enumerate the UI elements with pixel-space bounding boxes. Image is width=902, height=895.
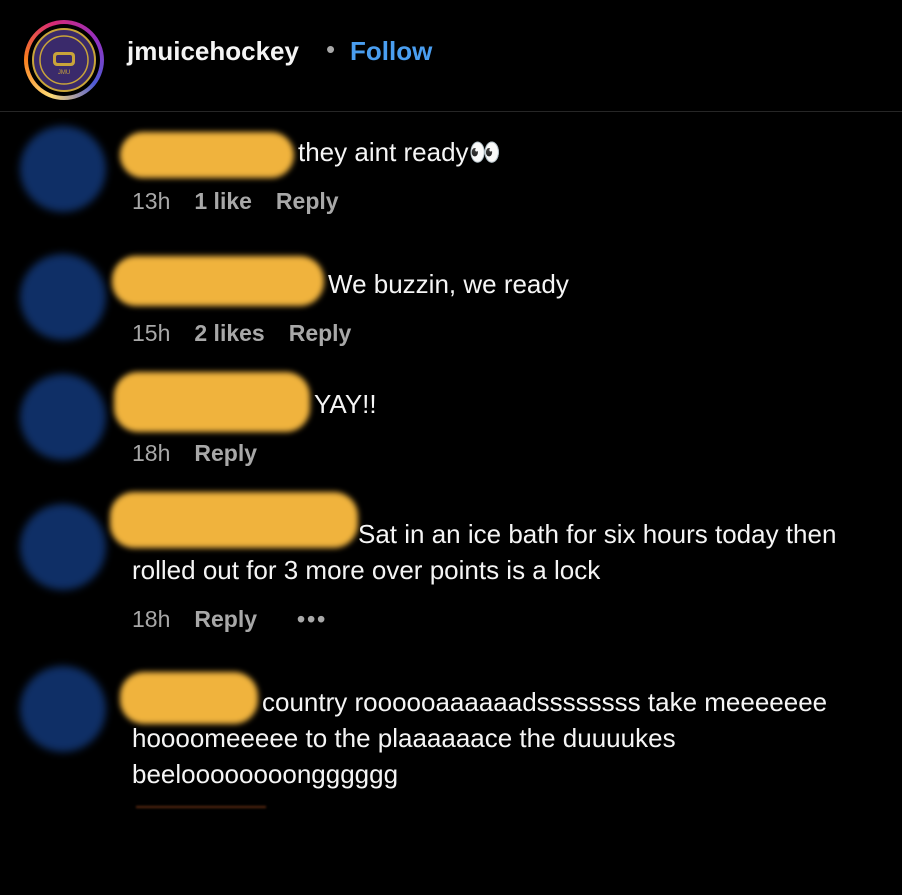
- commenter-name-redacted[interactable]: [120, 672, 258, 724]
- commenter-avatar[interactable]: [20, 504, 106, 590]
- comment-item: Sat in an ice bath for six hours today t…: [0, 482, 902, 652]
- svg-text:JMU: JMU: [58, 70, 70, 76]
- comment-text-line: rolled out for 3 more over points is a l…: [132, 555, 601, 585]
- commenter-name-redacted[interactable]: [112, 256, 324, 306]
- comment-item: YAY!! 18h Reply: [0, 362, 902, 482]
- comment-text-line: Sat in an ice bath for six hours today t…: [358, 519, 837, 549]
- comment-time: 18h: [132, 606, 171, 632]
- comment-time: 18h: [132, 440, 171, 466]
- likes-count[interactable]: 2 likes: [194, 320, 264, 347]
- comment-meta: 18h Reply: [132, 440, 257, 467]
- commenter-avatar[interactable]: [20, 254, 106, 340]
- reply-button[interactable]: Reply: [276, 188, 339, 215]
- comment-text-line: beeloooooooongggggg: [132, 759, 399, 789]
- comment-text: they aint ready👀: [298, 137, 501, 167]
- comment-time: 13h: [132, 188, 171, 214]
- comment-text-line: country roooooaaaaaadssssssss take meeee…: [262, 687, 828, 717]
- comment-item: We buzzin, we ready 15h 2 likes Reply: [0, 240, 902, 360]
- comment-item: country roooooaaaaaadssssssss take meeee…: [0, 656, 902, 826]
- comment-meta: 15h 2 likes Reply: [132, 320, 351, 347]
- commenter-avatar[interactable]: [20, 374, 106, 460]
- post-header: JMU jmuicehockey • Follow: [0, 0, 902, 112]
- username[interactable]: jmuicehockey: [127, 36, 299, 67]
- commenter-name-redacted[interactable]: [120, 132, 294, 178]
- reply-button[interactable]: Reply: [289, 320, 352, 347]
- commenter-avatar[interactable]: [20, 126, 106, 212]
- team-logo-icon: JMU: [32, 28, 96, 92]
- comment-item: they aint ready👀 13h 1 like Reply: [0, 112, 902, 232]
- follow-button[interactable]: Follow: [350, 36, 432, 67]
- divider: [136, 806, 266, 808]
- comment-text: YAY!!: [314, 389, 377, 419]
- more-options-icon[interactable]: •••: [297, 606, 327, 633]
- reply-button[interactable]: Reply: [194, 606, 257, 633]
- commenter-name-redacted[interactable]: [114, 372, 310, 432]
- reply-button[interactable]: Reply: [194, 440, 257, 467]
- comment-text-line: hoooomeeeee to the plaaaaaace the duuuuk…: [132, 723, 676, 753]
- likes-count[interactable]: 1 like: [194, 188, 252, 215]
- comment-text: We buzzin, we ready: [328, 269, 569, 299]
- comment-meta: 13h 1 like Reply: [132, 188, 339, 215]
- comment-time: 15h: [132, 320, 171, 346]
- comment-meta: 18h Reply •••: [132, 606, 327, 633]
- profile-avatar[interactable]: JMU: [24, 20, 104, 100]
- commenter-avatar[interactable]: [20, 666, 106, 752]
- commenter-name-redacted[interactable]: [110, 492, 358, 548]
- separator-dot: •: [326, 34, 336, 64]
